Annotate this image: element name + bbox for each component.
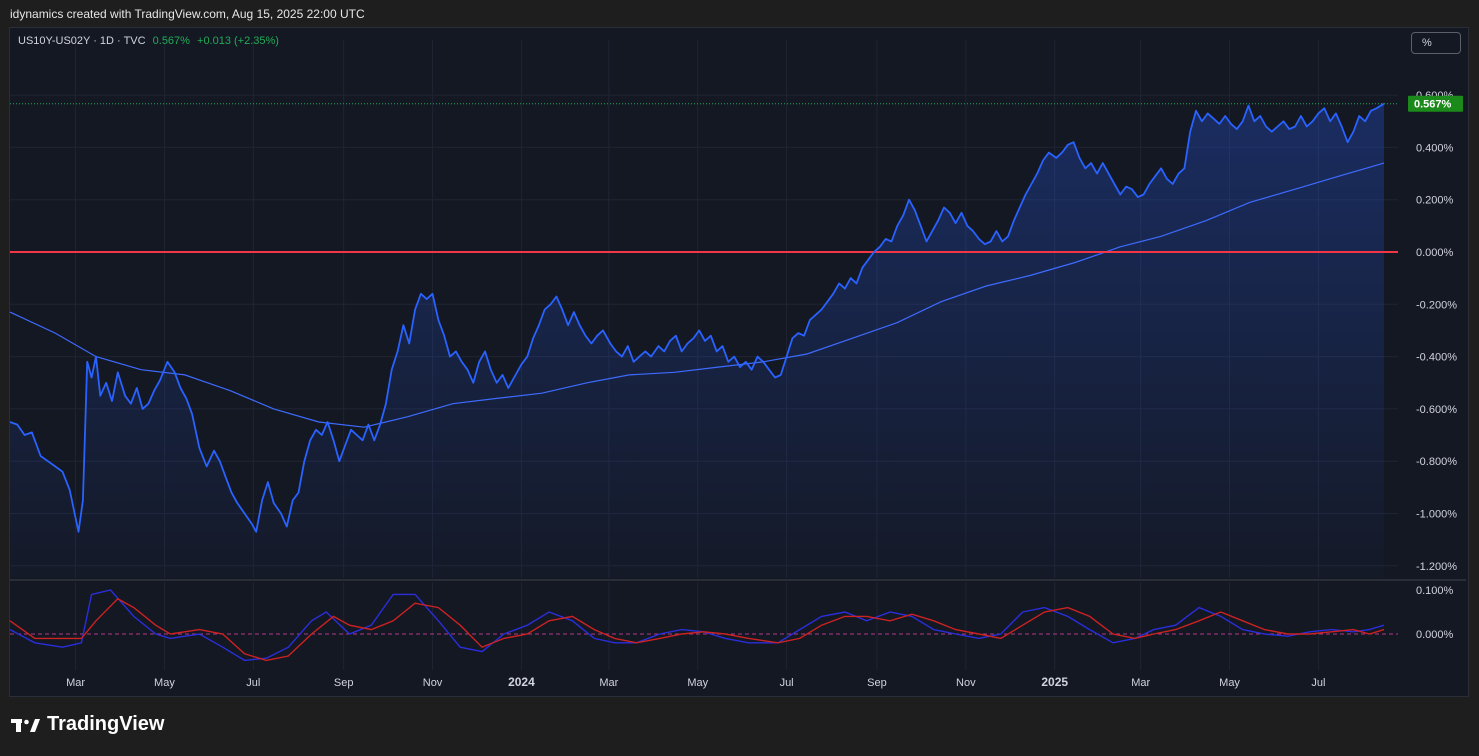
oscillator-pane (9, 589, 1398, 662)
x-tick-label: May (687, 677, 708, 689)
y-tick-label: -0.600% (1416, 404, 1457, 416)
chart-canvas[interactable]: 0.600%0.400%0.200%0.000%-0.200%-0.400%-0… (0, 0, 1479, 756)
x-tick-label: Sep (867, 677, 887, 689)
symbol-label[interactable]: US10Y-US02Y · 1D · TVC (18, 35, 146, 47)
change-value: +0.013 (+2.35%) (197, 35, 279, 47)
osc-y-tick-label: 0.100% (1416, 585, 1454, 597)
y-tick-label: -1.000% (1416, 509, 1457, 521)
x-tick-label: 2025 (1041, 675, 1068, 689)
y-tick-label: -0.200% (1416, 299, 1457, 311)
x-tick-label: Mar (599, 677, 618, 689)
x-tick-label: Mar (66, 677, 85, 689)
percent-scale-button[interactable]: % (1411, 32, 1461, 54)
y-tick-label: 0.200% (1416, 195, 1454, 207)
signal-line (9, 597, 1385, 662)
x-tick-label: Jul (246, 677, 260, 689)
x-tick-label: Nov (423, 677, 443, 689)
oscillator-line (9, 589, 1385, 662)
osc-y-tick-label: 0.000% (1416, 629, 1454, 641)
x-tick-label: Jul (1311, 677, 1325, 689)
x-tick-label: May (154, 677, 175, 689)
x-tick-label: 2024 (508, 675, 535, 689)
x-tick-label: Mar (1131, 677, 1150, 689)
y-tick-label: 0.400% (1416, 142, 1454, 154)
x-tick-label: May (1219, 677, 1240, 689)
x-tick-label: Sep (334, 677, 354, 689)
y-tick-label: 0.000% (1416, 247, 1454, 259)
symbol-legend[interactable]: US10Y-US02Y · 1D · TVC 0.567% +0.013 (+2… (18, 35, 279, 47)
x-tick-label: Jul (780, 677, 794, 689)
y-tick-label: -0.800% (1416, 456, 1457, 468)
x-tick-label: Nov (956, 677, 976, 689)
y-tick-label: -1.200% (1416, 561, 1457, 573)
last-value-badge-label: 0.567% (1414, 99, 1452, 111)
y-tick-label: -0.400% (1416, 352, 1457, 364)
last-value: 0.567% (152, 35, 190, 47)
